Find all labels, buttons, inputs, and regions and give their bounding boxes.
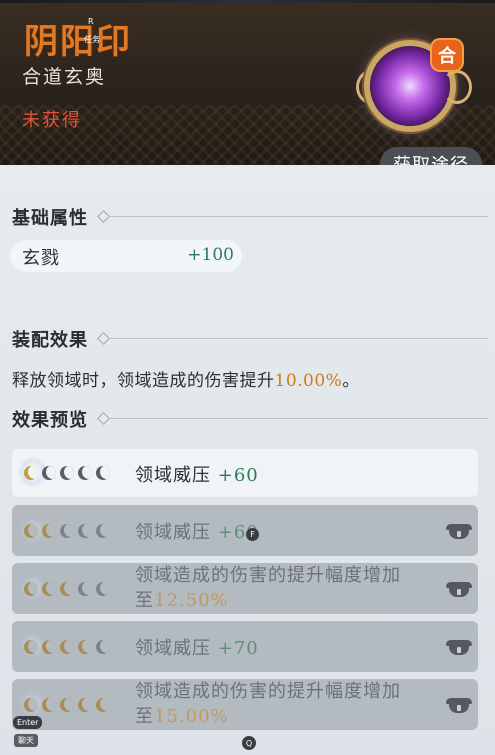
moon-lit-icon [78,698,92,712]
moon-unlit-icon [96,466,110,480]
section-divider [108,418,488,419]
moon-level-indicator [24,640,110,654]
preview-row-level-3: 领域造成的伤害的提升幅度增加 至12.50% [12,563,478,614]
moon-lit-icon [24,524,38,538]
moon-lit-icon [24,582,38,596]
hotkey-f-hint[interactable]: F [246,528,259,541]
preview-label-prefix: 至 [135,590,154,611]
preview-row-level-1: 领域威压 +60 [12,449,478,497]
attribute-name: 玄戮 [22,248,60,269]
preview-row-text: 领域威压 +60 [135,518,259,544]
moon-unlit-icon [60,466,74,480]
moon-lit-icon [24,466,38,480]
moon-unlit-icon [60,524,74,538]
moon-level-indicator [24,524,110,538]
moon-lit-icon [60,698,74,712]
moon-lit-icon [60,582,74,596]
preview-row-text: 领域威压 +70 [135,634,259,660]
preview-value: +70 [217,638,259,659]
moon-lit-icon [24,640,38,654]
attribute-value: +100 [187,245,234,265]
preview-row-level-4: 领域威压 +70 [12,621,478,672]
hotkey-enter-hint[interactable]: Enter [13,716,43,729]
moon-level-indicator [24,466,110,480]
preview-label-prefix: 至 [135,706,154,727]
moon-lit-icon [42,524,56,538]
preview-label: 领域造成的伤害的提升幅度增加 [135,565,401,586]
moon-level-indicator [24,582,110,596]
preview-label-line2: 至15.00% [135,704,401,729]
hotkey-r-hint: R [88,17,94,26]
item-subtitle: 合道玄奥 [22,66,107,88]
moon-lit-icon [42,582,56,596]
section-divider [108,338,488,339]
moon-lit-icon [42,698,56,712]
section-title-preview: 效果预览 [12,410,88,431]
preview-label-line2: 至12.50% [135,588,401,613]
preview-value: +60 [217,465,259,486]
moon-lit-icon [96,698,110,712]
section-divider [108,216,488,217]
orb-wing-right [442,70,472,104]
moon-unlit-icon [78,582,92,596]
moon-unlit-icon [78,524,92,538]
moon-unlit-icon [42,466,56,480]
hotkey-q-hint[interactable]: Q [242,736,256,750]
lock-icon [446,580,472,598]
preview-row-text: 领域威压 +60 [135,461,259,487]
moon-lit-icon [78,640,92,654]
item-header: 阴阳印 R 任务 合道玄奥 未获得 合 [0,0,495,165]
preview-label: 领域造成的伤害的提升幅度增加 [135,681,401,702]
obtain-status: 未获得 [22,110,82,131]
preview-row-text: 领域造成的伤害的提升幅度增加 至12.50% [135,563,401,613]
preview-row-level-5: 领域造成的伤害的提升幅度增加 至15.00% [12,679,478,730]
effect-desc-text: 释放领域时，领域造成的伤害提升 [12,371,275,391]
moon-level-indicator [24,698,110,712]
task-hint: 任务 [84,35,100,44]
moon-lit-icon [24,698,38,712]
assembly-effect-description: 释放领域时，领域造成的伤害提升10.00%。 [12,366,360,391]
section-title-assembly: 装配效果 [12,330,88,351]
lock-icon [446,696,472,714]
effect-desc-value: 10.00% [274,371,343,391]
section-title-basic: 基础属性 [12,208,88,229]
moon-unlit-icon [78,466,92,480]
preview-row-text: 领域造成的伤害的提升幅度增加 至15.00% [135,679,401,729]
preview-row-level-2: 领域威压 +60 [12,505,478,556]
moon-lit-icon [60,640,74,654]
rarity-badge: 合 [432,40,462,70]
preview-label: 领域威压 [135,638,211,659]
moon-unlit-icon [96,640,110,654]
preview-value: 12.50% [154,590,229,611]
moon-lit-icon [42,640,56,654]
effect-desc-suffix: 。 [342,371,360,391]
preview-value: 15.00% [154,706,229,727]
moon-unlit-icon [96,524,110,538]
moon-unlit-icon [96,582,110,596]
attribute-row: 玄戮 +100 [10,240,242,272]
lock-icon [446,522,472,540]
chat-button[interactable]: 聊天 [14,734,38,747]
item-title: 阴阳印 [24,22,132,62]
preview-label: 领域威压 [135,465,211,486]
preview-label: 领域威压 [135,522,211,543]
lock-icon [446,638,472,656]
